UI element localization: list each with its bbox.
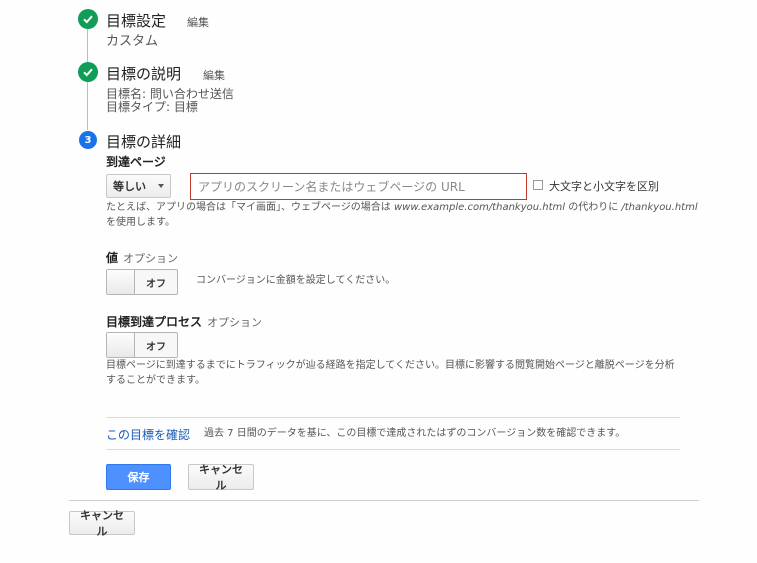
step-connector bbox=[87, 28, 88, 62]
divider bbox=[69, 500, 699, 501]
outer-cancel-button[interactable]: キャンセル bbox=[69, 509, 135, 538]
destination-url-input[interactable] bbox=[190, 173, 527, 200]
verify-description: 過去 7 日間のデータを基に、この目標で達成されたはずのコンバージョン数を確認で… bbox=[204, 428, 626, 439]
value-description: コンバージョンに金額を設定してください。 bbox=[196, 275, 396, 286]
step-1-detail: カスタム bbox=[106, 34, 159, 49]
step-2-edit-link[interactable]: 編集 bbox=[203, 67, 225, 83]
step-3-number-badge: 3 bbox=[79, 131, 97, 149]
verify-goal-link[interactable]: この目標を確認 bbox=[106, 426, 190, 443]
funnel-toggle-state: オフ bbox=[146, 341, 166, 353]
case-sensitive-label: 大文字と小文字を区別 bbox=[549, 180, 659, 193]
value-toggle[interactable]: オフ bbox=[106, 269, 178, 295]
step-2-goal-type: 目標タイプ: 目標 bbox=[106, 100, 198, 114]
toggle-knob bbox=[107, 270, 135, 294]
funnel-label: 目標到達プロセス オプション bbox=[106, 315, 263, 329]
step-2-check-icon bbox=[78, 62, 98, 82]
match-type-dropdown[interactable]: 等しい bbox=[106, 174, 171, 198]
value-optional-tag: オプション bbox=[123, 252, 179, 265]
funnel-description: 目標ページに到達するまでにトラフィックが辿る経路を指定してください。目標に影響す… bbox=[106, 360, 675, 371]
step-1-title: 目標設定 bbox=[106, 12, 167, 30]
toggle-knob bbox=[107, 333, 135, 357]
cancel-button[interactable]: キャンセル bbox=[188, 463, 254, 492]
match-type-value: 等しい bbox=[113, 180, 146, 193]
divider bbox=[106, 417, 680, 418]
value-toggle-state: オフ bbox=[146, 278, 166, 290]
divider bbox=[106, 449, 680, 450]
step-connector bbox=[87, 82, 88, 130]
destination-help-text: たとえば、アプリの場合は「マイ画面」、ウェブページの場合は www.exampl… bbox=[106, 202, 698, 213]
step-1-edit-link[interactable]: 編集 bbox=[187, 14, 209, 30]
destination-label: 到達ページ bbox=[106, 155, 166, 169]
funnel-toggle[interactable]: オフ bbox=[106, 332, 178, 358]
value-label: 値オプション bbox=[106, 251, 179, 265]
destination-help-text-line2: を使用します。 bbox=[106, 217, 175, 228]
step-1-check-icon bbox=[78, 9, 98, 29]
step-2-title: 目標の説明 bbox=[106, 65, 182, 83]
funnel-description-line2: することができます。 bbox=[106, 375, 205, 386]
case-sensitive-checkbox[interactable] bbox=[533, 180, 543, 190]
chevron-down-icon bbox=[158, 184, 164, 188]
funnel-optional-tag: オプション bbox=[207, 316, 263, 329]
save-button[interactable]: 保存 bbox=[106, 464, 171, 490]
step-3-title: 目標の詳細 bbox=[106, 133, 182, 151]
